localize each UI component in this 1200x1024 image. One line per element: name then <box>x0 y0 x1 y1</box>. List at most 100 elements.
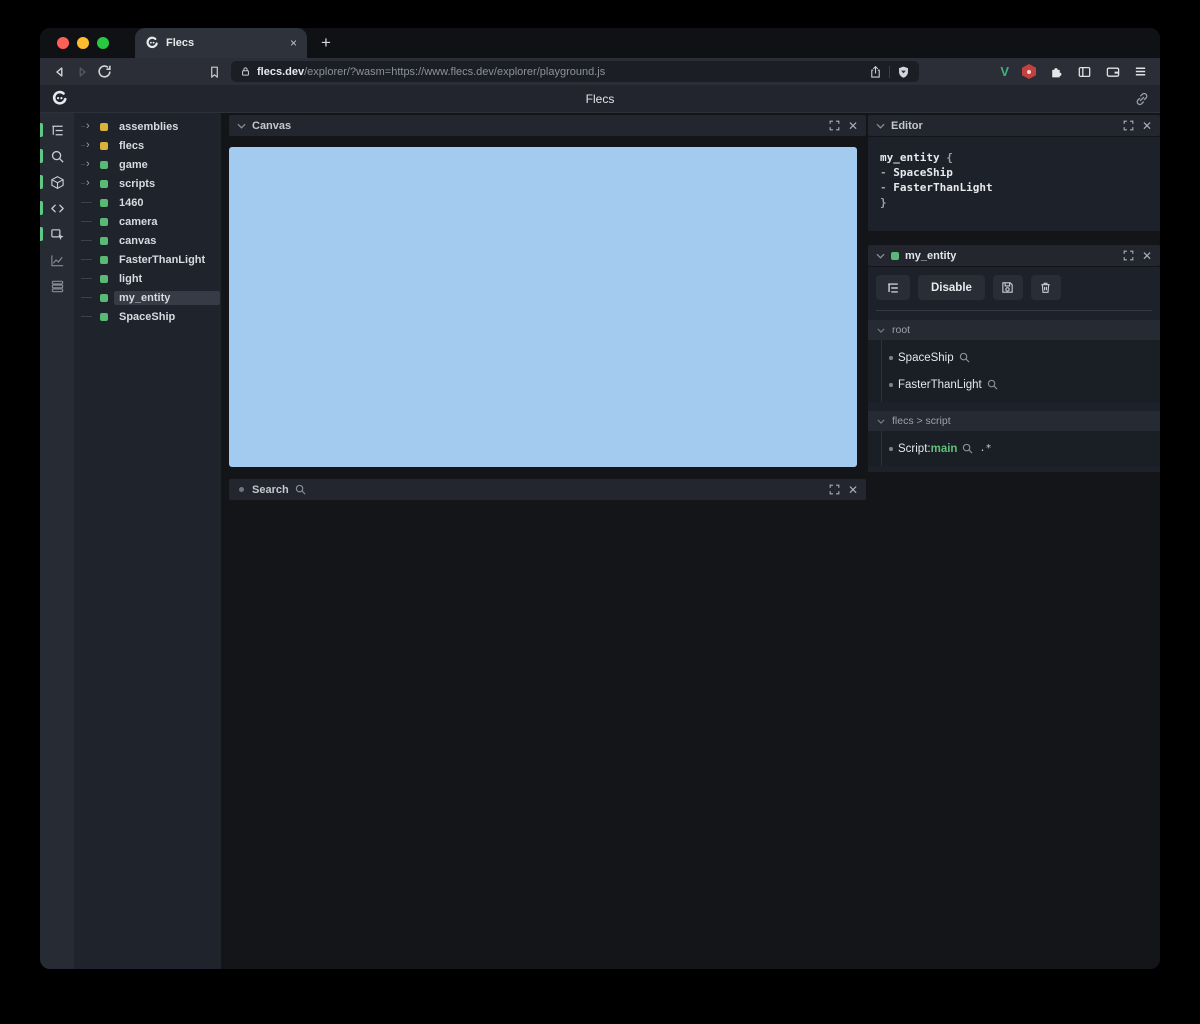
sidebar-item-tree-view[interactable] <box>40 117 74 143</box>
tree-item[interactable]: › scripts <box>74 174 221 193</box>
chevron-down-icon[interactable] <box>876 253 885 259</box>
vue-devtools-extension-icon[interactable]: V <box>1000 64 1009 79</box>
tree-item[interactable]: › 1460 <box>74 193 221 212</box>
entity-panel-header[interactable]: my_entity ✕ <box>868 245 1160 266</box>
close-icon[interactable]: ✕ <box>848 484 858 496</box>
sidebar-item-code-editor[interactable] <box>40 195 74 221</box>
url-text: flecs.dev/explorer/?wasm=https://www.fle… <box>257 66 863 78</box>
main-area: Canvas ✕ Search ✕ Editor ✕ my_entity {-… <box>221 113 1160 969</box>
back-button[interactable] <box>49 61 71 83</box>
tree-item[interactable]: › canvas <box>74 231 221 250</box>
entity-kind-icon <box>100 160 108 169</box>
tree-item[interactable]: › my_entity <box>74 288 221 307</box>
component-label: Script: <box>898 442 931 455</box>
tree-item[interactable]: › FasterThanLight <box>74 250 221 269</box>
urlbar-separator <box>889 65 890 78</box>
code-line: - SpaceShip <box>880 166 953 179</box>
browser-menu-icon[interactable] <box>1134 65 1147 78</box>
tree-connector: › <box>81 259 98 260</box>
component-label: FasterThanLight <box>898 378 982 391</box>
entity-kind-icon <box>100 312 108 321</box>
tab-favicon-flecs-logo-icon <box>145 36 159 50</box>
tree-item[interactable]: › game <box>74 155 221 174</box>
fullscreen-icon[interactable] <box>1122 249 1136 263</box>
close-icon[interactable]: ✕ <box>1142 250 1152 262</box>
component-section: flecs > script Script: main .* <box>868 411 1160 466</box>
tree-item[interactable]: › flecs <box>74 136 221 155</box>
share-link-icon[interactable] <box>1135 92 1149 106</box>
new-tab-button[interactable]: + <box>321 33 331 53</box>
delete-button[interactable] <box>1030 275 1061 300</box>
collapsed-indicator-icon[interactable] <box>239 487 244 492</box>
reload-button[interactable] <box>93 61 115 83</box>
tree-item-label: camera <box>119 215 158 228</box>
red-extension-icon[interactable] <box>1022 64 1036 79</box>
search-icon[interactable] <box>987 379 998 390</box>
section-header[interactable]: flecs > script <box>868 411 1160 431</box>
close-icon[interactable]: ✕ <box>1142 120 1152 132</box>
entity-kind-icon <box>100 255 108 264</box>
editor-panel-header[interactable]: Editor ✕ <box>868 115 1160 136</box>
panel-title: Editor <box>891 119 923 132</box>
expand-chevron-icon[interactable]: › <box>86 121 90 132</box>
sidebar-item-query-search[interactable] <box>40 143 74 169</box>
disable-button[interactable]: Disable <box>918 275 985 300</box>
browser-tab[interactable]: Flecs × <box>135 28 307 58</box>
tree-item[interactable]: › SpaceShip <box>74 307 221 326</box>
tree-item-label: canvas <box>119 234 157 247</box>
search-icon[interactable] <box>959 352 970 363</box>
tab-close-icon[interactable]: × <box>290 37 297 49</box>
active-indicator <box>40 227 43 241</box>
expand-chevron-icon[interactable]: › <box>86 159 90 170</box>
tree-item[interactable]: › assemblies <box>74 117 221 136</box>
fullscreen-icon[interactable] <box>828 483 842 497</box>
script-editor[interactable]: my_entity { - SpaceShip - FasterThanLigh… <box>868 137 1160 231</box>
tree-item[interactable]: › light <box>74 269 221 288</box>
chevron-down-icon[interactable] <box>237 123 246 129</box>
wallet-icon[interactable] <box>1105 65 1121 79</box>
tree-item-label: game <box>119 158 148 171</box>
code-line: - FasterThanLight <box>880 181 993 194</box>
chevron-down-icon[interactable] <box>877 419 885 424</box>
fullscreen-icon[interactable] <box>1122 119 1136 133</box>
minimize-window-button[interactable] <box>77 37 89 49</box>
expand-chevron-icon[interactable]: › <box>86 140 90 151</box>
save-button[interactable] <box>992 275 1023 300</box>
side-panel-icon[interactable] <box>1077 65 1092 79</box>
panel-title: Search <box>252 483 289 496</box>
entity-toolbar: Disable <box>868 267 1160 300</box>
share-icon[interactable] <box>869 65 882 79</box>
tree-item-label: scripts <box>119 177 156 190</box>
entity-tree-panel: › assemblies › flecs › game › scripts › … <box>74 113 221 969</box>
search-panel-header[interactable]: Search ✕ <box>229 479 866 500</box>
close-icon[interactable]: ✕ <box>848 120 858 132</box>
sidebar-item-statistics[interactable] <box>40 247 74 273</box>
canvas-panel-header[interactable]: Canvas ✕ <box>229 115 866 136</box>
bookmark-icon[interactable] <box>203 61 225 83</box>
sidebar-item-entities-cube[interactable] <box>40 169 74 195</box>
component-item: SpaceShip <box>868 344 1160 371</box>
entity-inspector-panel: my_entity ✕ Disable root SpaceShip Faste… <box>868 245 1160 472</box>
forward-button[interactable] <box>71 61 93 83</box>
search-icon[interactable] <box>962 443 973 454</box>
tree-connector: › <box>81 178 98 189</box>
fullscreen-icon[interactable] <box>828 119 842 133</box>
chevron-down-icon[interactable] <box>876 123 885 129</box>
section-header[interactable]: root <box>868 320 1160 340</box>
close-window-button[interactable] <box>57 37 69 49</box>
expand-chevron-icon[interactable]: › <box>86 178 90 189</box>
tree-item[interactable]: › camera <box>74 212 221 231</box>
show-in-tree-button[interactable] <box>876 275 910 300</box>
extensions-puzzle-icon[interactable] <box>1049 64 1064 79</box>
render-canvas[interactable] <box>229 147 857 467</box>
active-indicator <box>40 201 43 215</box>
component-item: FasterThanLight <box>868 371 1160 398</box>
sidebar-item-data-tables[interactable] <box>40 273 74 299</box>
url-path: /explorer/?wasm=https://www.flecs.dev/ex… <box>304 65 606 78</box>
sidebar-item-inspector[interactable] <box>40 221 74 247</box>
brave-shield-icon[interactable] <box>897 65 910 79</box>
panel-sidebar <box>40 113 74 969</box>
chevron-down-icon[interactable] <box>877 328 885 333</box>
zoom-window-button[interactable] <box>97 37 109 49</box>
address-bar[interactable]: flecs.dev/explorer/?wasm=https://www.fle… <box>231 61 919 82</box>
